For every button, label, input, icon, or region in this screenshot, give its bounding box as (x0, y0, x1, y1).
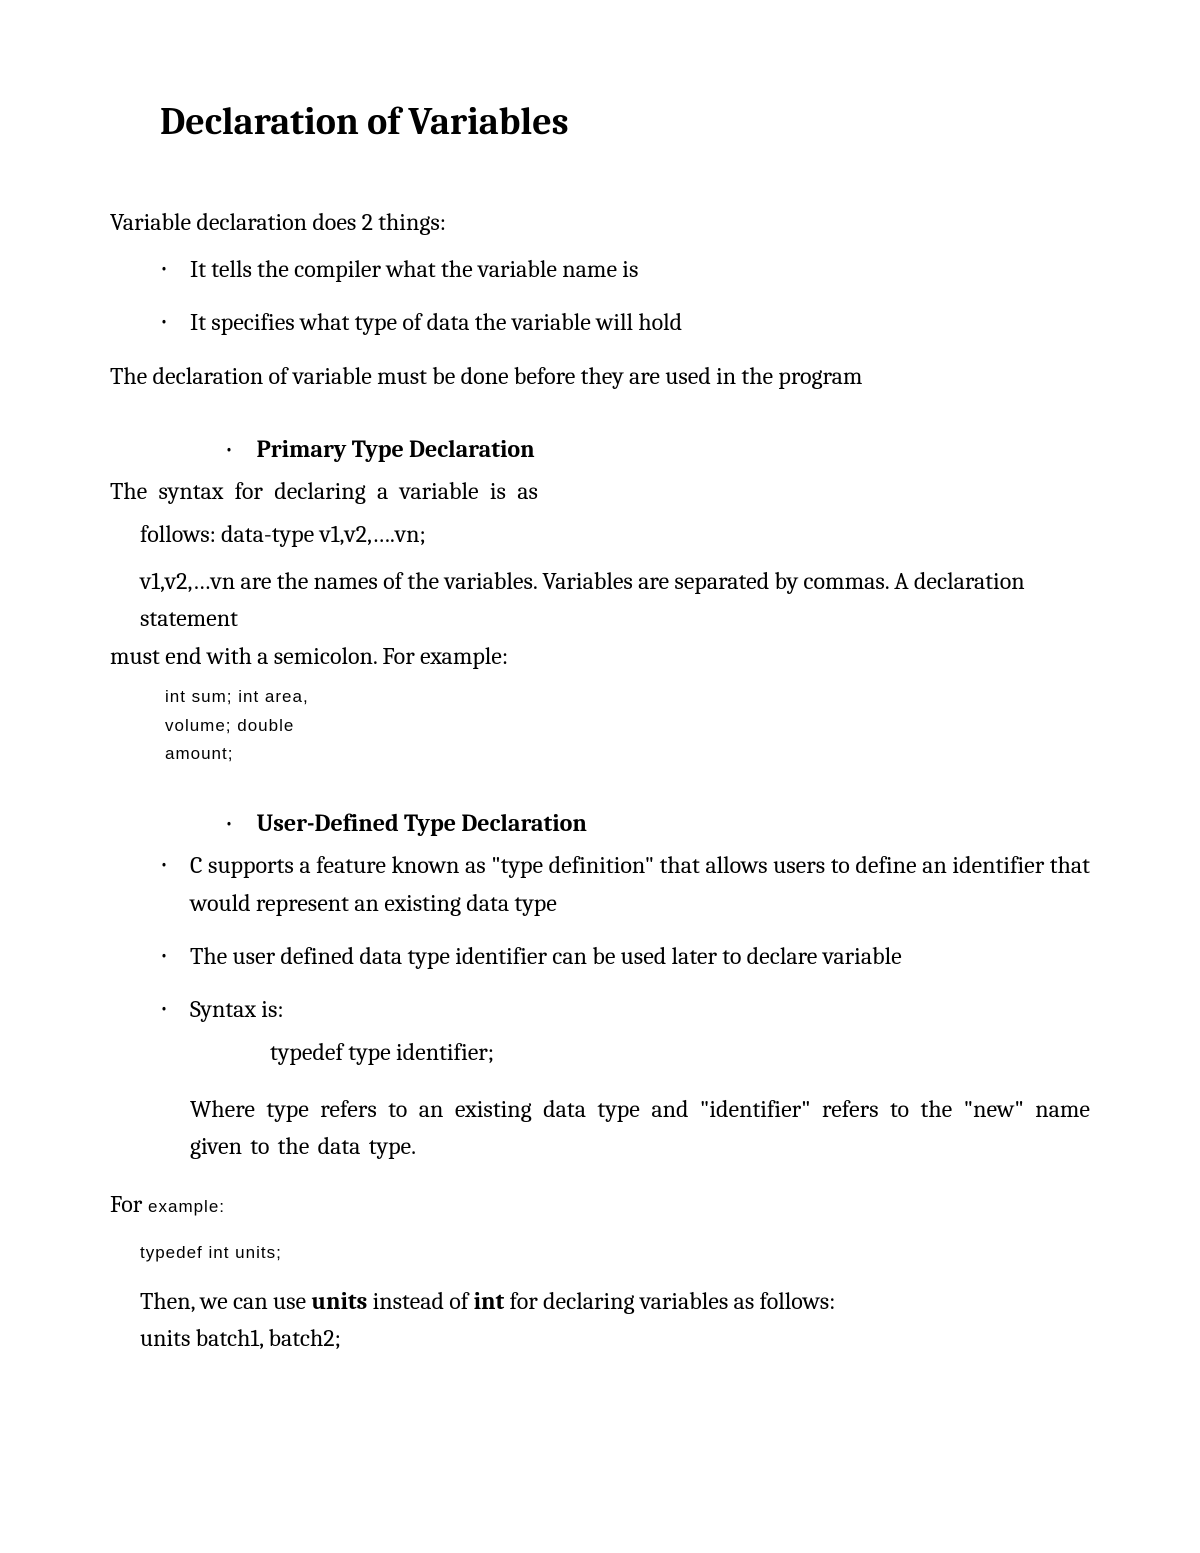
section1-line2: follows: data-type v1,v2,….vn; (140, 516, 1090, 553)
list-item: Syntax is: typedef type identifier; Wher… (160, 991, 1090, 1166)
units-line: units batch1, batch2; (140, 1320, 1090, 1357)
page-title: Declaration of Variables (160, 100, 1090, 144)
intro-bullet-list: It tells the compiler what the variable … (160, 251, 1090, 341)
then-middle: instead of (367, 1287, 473, 1315)
section1-line3: v1,v2,…vn are the names of the variables… (140, 563, 1090, 637)
code-block-2: typedef int units; (140, 1243, 1090, 1263)
for-example-label: For example: (110, 1186, 1090, 1223)
section-heading-userdef: User-Defined Type Declaration (257, 809, 587, 837)
code-block-1: int sum; int area, volume; double amount… (165, 683, 1090, 770)
intro-text: Variable declaration does 2 things: (110, 204, 1090, 241)
list-item: The user defined data type identifier ca… (160, 938, 1090, 975)
section1-line1: The syntax for declaring a variable is a… (110, 473, 1090, 510)
syntax-label: Syntax is: (190, 995, 284, 1023)
bullet-icon: • (225, 439, 233, 460)
units-keyword: units (311, 1287, 367, 1315)
bullet-icon: • (225, 813, 233, 834)
intro-after-text: The declaration of variable must be done… (110, 358, 1090, 395)
int-keyword: int (474, 1287, 505, 1315)
then-suffix: for declaring variables as follows: (504, 1287, 835, 1315)
then-prefix: Then, we can use (140, 1287, 311, 1315)
list-item: It specifies what type of data the varia… (160, 304, 1090, 341)
section2-bullet-list: C supports a feature known as "type defi… (160, 847, 1090, 1165)
list-item: It tells the compiler what the variable … (160, 251, 1090, 288)
example-text: example: (142, 1197, 225, 1216)
section1-line4: must end with a semicolon. For example: (110, 638, 1090, 675)
then-line: Then, we can use units instead of int fo… (140, 1283, 1090, 1320)
syntax-def: typedef type identifier; (270, 1034, 1090, 1071)
for-text: For (110, 1190, 142, 1218)
section-heading-primary: Primary Type Declaration (257, 435, 535, 463)
list-item: C supports a feature known as "type defi… (160, 847, 1090, 921)
syntax-explain: Where type refers to an existing data ty… (190, 1091, 1090, 1165)
